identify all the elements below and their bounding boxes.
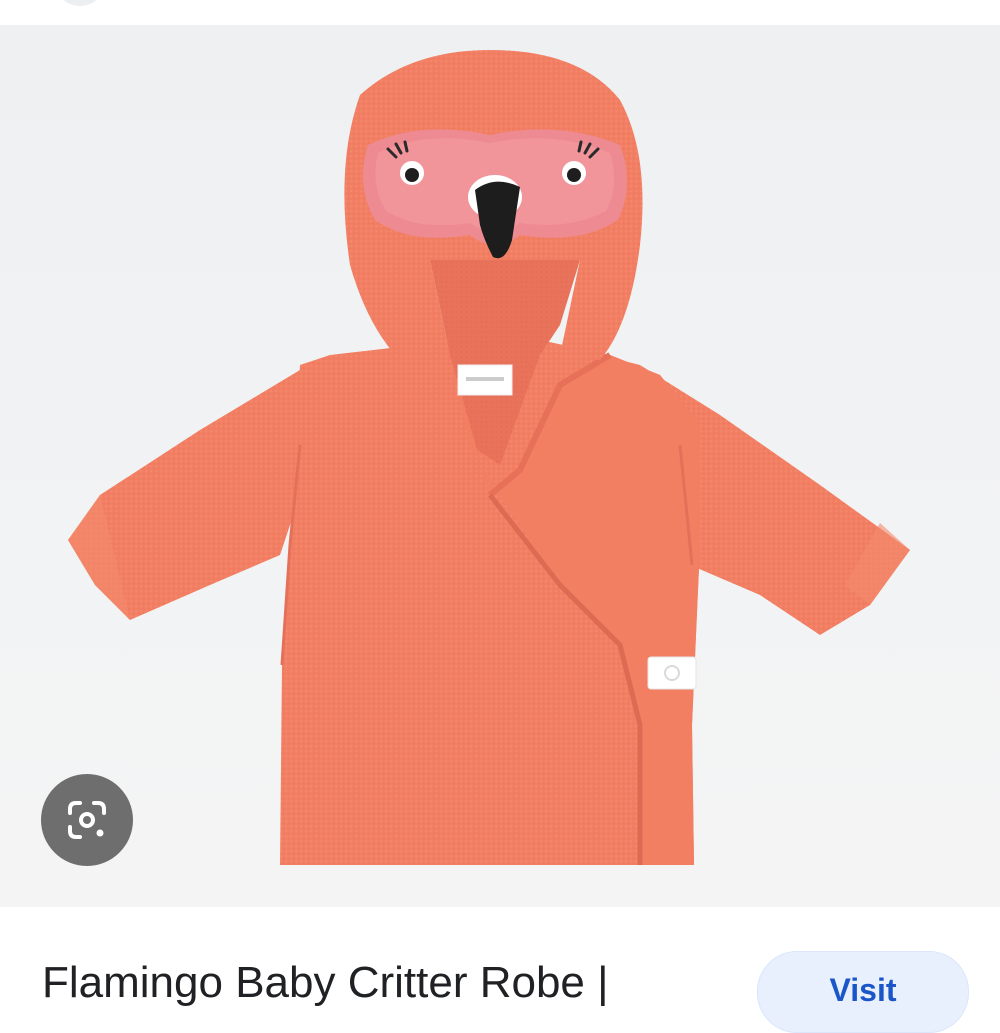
top-bar-control (54, 0, 106, 6)
google-lens-icon (68, 801, 106, 839)
visit-button-label: Visit (829, 972, 897, 1008)
result-info-panel: Flamingo Baby Critter Robe | Visit (0, 907, 1000, 1033)
result-title[interactable]: Flamingo Baby Critter Robe | (42, 955, 609, 1011)
product-image-area[interactable] (0, 25, 1000, 907)
flamingo-robe-image[interactable] (0, 25, 1000, 907)
top-bar (0, 0, 1000, 25)
visit-button[interactable]: Visit (757, 951, 969, 1033)
google-lens-button[interactable] (41, 774, 133, 866)
